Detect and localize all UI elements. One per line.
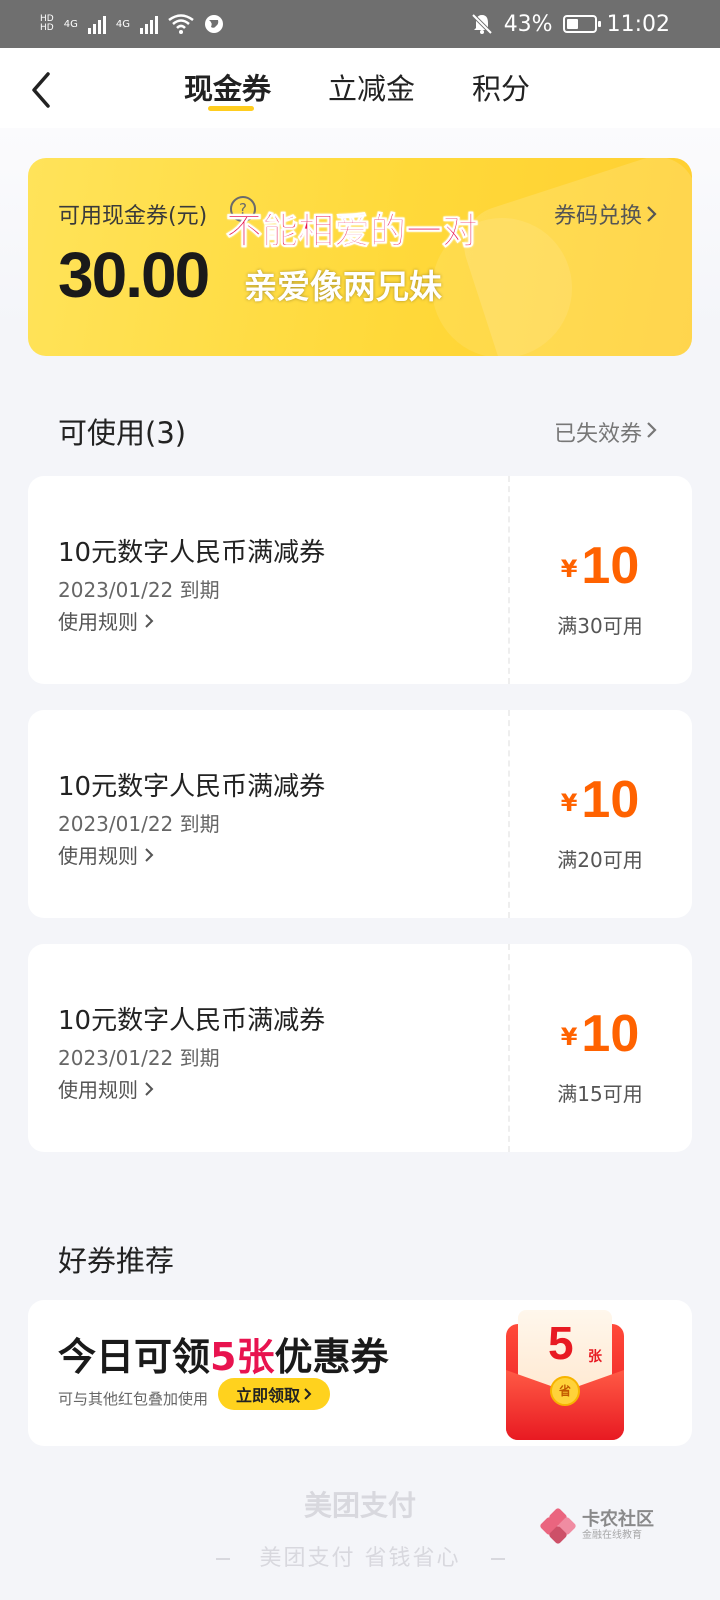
balance-amount: 30.00	[58, 239, 210, 311]
coupon-amount: 10	[581, 1005, 640, 1063]
footer-slogan: 美团支付 省钱省心	[259, 1546, 461, 1571]
footer-slogan-row: 美团支付 省钱省心	[0, 1540, 720, 1572]
headline-pre: 今日可领	[58, 1335, 211, 1379]
chevron-right-icon	[145, 847, 154, 862]
balance-card: 可用现金券(元) ? 30.00 券码兑换 不能相爱的一对 亲爱像两兄妹	[28, 158, 692, 356]
coupon-name: 10元数字人民币满减券	[58, 1006, 326, 1036]
coupon-condition: 满20可用	[557, 848, 643, 872]
divider-dash	[215, 1558, 230, 1560]
coupon-expiry: 2023/01/22 到期	[58, 812, 220, 836]
network-type-2: 4G	[115, 18, 130, 30]
watermark-logo-icon	[539, 1507, 577, 1545]
chevron-right-icon	[647, 206, 657, 222]
coupon-card[interactable]: 10元数字人民币满减券 2023/01/22 到期 使用规则 ¥10 满15可用	[28, 944, 692, 1152]
coupon-card[interactable]: 10元数字人民币满减券 2023/01/22 到期 使用规则 ¥10 满30可用	[28, 476, 692, 684]
hd-icon: HD HD	[40, 14, 54, 33]
recommend-section-title: 好券推荐	[58, 1244, 175, 1278]
red-packet-number: 5	[548, 1317, 574, 1369]
headline-highlight: 5张	[210, 1335, 275, 1379]
watermark-text: 卡农社区 金融在线教育	[582, 1510, 654, 1542]
tab-bar: 现金券 立减金 积分	[0, 48, 720, 128]
status-bar: HD HD 4G 4G 43% 11:02	[0, 0, 720, 48]
coin-icon: 省	[550, 1376, 580, 1406]
signal-icon-2	[139, 14, 158, 34]
wifi-icon	[168, 14, 194, 34]
coupon-value: ¥10	[508, 1004, 692, 1064]
headline-post: 优惠券	[274, 1335, 389, 1379]
recommend-headline: 今日可领5张优惠券	[58, 1326, 388, 1381]
usage-rules-label: 使用规则	[58, 844, 138, 868]
signal-icon	[87, 14, 106, 34]
expired-coupons-link[interactable]: 已失效券	[554, 416, 642, 448]
coupon-condition: 满15可用	[557, 1082, 643, 1106]
usage-rules-link[interactable]: 使用规则	[58, 840, 154, 869]
tab-points[interactable]: 积分	[472, 66, 530, 108]
currency-symbol: ¥	[560, 1023, 578, 1051]
coupon-condition: 满30可用	[557, 614, 643, 638]
coupon-card[interactable]: 10元数字人民币满减券 2023/01/22 到期 使用规则 ¥10 满20可用	[28, 710, 692, 918]
chevron-right-icon	[304, 1388, 312, 1400]
network-type-1: 4G	[63, 18, 78, 30]
chevron-right-icon	[145, 613, 154, 628]
tab-cash-coupon[interactable]: 现金券	[184, 66, 271, 108]
coupon-name: 10元数字人民币满减券	[58, 538, 326, 568]
coupon-value: ¥10	[508, 536, 692, 596]
battery-icon	[562, 15, 601, 33]
watermark: 卡农社区 金融在线教育	[539, 1507, 654, 1545]
status-left-icons: HD HD 4G 4G	[40, 12, 224, 36]
red-packet-illustration: 5 张 省	[506, 1310, 624, 1440]
globe-icon	[204, 15, 223, 33]
battery-percent: 43%	[503, 11, 553, 37]
recommend-subtitle: 可与其他红包叠加使用	[58, 1390, 209, 1408]
chevron-right-icon	[145, 1081, 154, 1096]
mute-bell-icon	[471, 13, 493, 35]
caption-overlay-line1: 不能相爱的一对	[225, 211, 479, 253]
coupon-name: 10元数字人民币满减券	[58, 772, 326, 802]
claim-now-label: 立即领取	[235, 1386, 300, 1405]
coupon-expiry: 2023/01/22 到期	[58, 578, 220, 602]
coupon-amount: 10	[581, 537, 640, 595]
caption-overlay-line2: 亲爱像两兄妹	[244, 267, 442, 306]
usage-rules-label: 使用规则	[58, 1078, 138, 1102]
code-exchange-link[interactable]: 券码兑换	[554, 198, 658, 230]
battery-level	[566, 19, 578, 29]
coupon-amount: 10	[581, 771, 640, 829]
available-section-title: 可使用(3)	[58, 416, 187, 450]
red-packet-unit: 张	[588, 1349, 602, 1365]
tab-instant-discount[interactable]: 立减金	[328, 66, 415, 108]
currency-symbol: ¥	[560, 555, 578, 583]
usage-rules-link[interactable]: 使用规则	[58, 1074, 154, 1103]
status-right-icons: 43% 11:02	[470, 0, 670, 48]
nav-bar: 现金券 立减金 积分	[0, 48, 720, 128]
clock: 11:02	[606, 11, 670, 37]
active-tab-indicator	[208, 106, 254, 111]
divider-dash	[490, 1558, 505, 1560]
code-exchange-label: 券码兑换	[553, 204, 642, 229]
claim-now-button[interactable]: 立即领取	[218, 1378, 330, 1410]
balance-label: 可用现金券(元)	[58, 204, 208, 229]
currency-symbol: ¥	[560, 789, 578, 817]
chevron-right-icon	[647, 422, 657, 438]
watermark-title: 卡农社区	[582, 1509, 654, 1530]
usage-rules-link[interactable]: 使用规则	[58, 606, 154, 635]
coupon-expiry: 2023/01/22 到期	[58, 1046, 220, 1070]
coupon-value: ¥10	[508, 770, 692, 830]
watermark-subtitle: 金融在线教育	[582, 1530, 642, 1541]
usage-rules-label: 使用规则	[58, 610, 138, 634]
